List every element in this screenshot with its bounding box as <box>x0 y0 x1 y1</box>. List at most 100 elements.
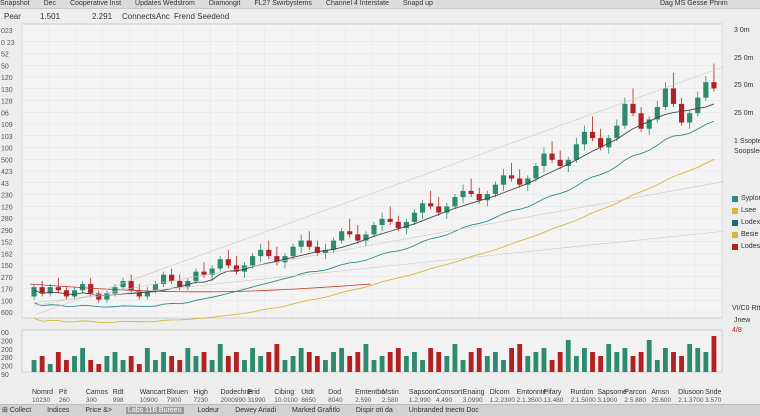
volume-bar <box>88 360 94 372</box>
volume-bar <box>169 356 175 372</box>
volume-bar <box>468 352 474 372</box>
candle-body <box>573 144 579 160</box>
volume-value: 4/8 <box>732 327 742 334</box>
volume-bar <box>557 352 563 372</box>
x-category-label: Amsn <box>651 389 669 396</box>
right-axis-label: Soopslec <box>734 148 760 155</box>
candle-body <box>355 234 361 241</box>
volume-tick-label: 200 <box>1 364 13 371</box>
x-value-label: 8650 <box>301 397 316 404</box>
candle-body <box>638 113 644 129</box>
candle-body <box>225 259 231 266</box>
y-tick-label: 500 <box>1 157 13 164</box>
volume-bar <box>306 352 312 372</box>
candle-body <box>152 284 159 291</box>
volume-bar <box>614 352 620 372</box>
volume-bar <box>314 356 320 372</box>
x-value-label: 2000990 <box>220 397 246 404</box>
x-category-label: Comsort <box>436 389 463 396</box>
candle-body <box>630 103 636 114</box>
volume-tick-label: 280 <box>1 355 13 362</box>
candle-body <box>517 178 523 185</box>
volume-bar <box>258 356 264 372</box>
candle-body <box>298 240 304 247</box>
volume-bar <box>671 352 676 372</box>
candle-body <box>662 88 668 108</box>
tab-dispir[interactable]: Dispir oti da <box>354 407 395 414</box>
x-category-label: Emtentbo <box>355 389 385 396</box>
indicator-swatch <box>732 196 738 202</box>
volume-bar <box>484 356 490 372</box>
volume-bar <box>298 348 304 372</box>
volume-bar <box>662 348 668 372</box>
tab-collect[interactable]: ⊞ Collect <box>0 407 33 414</box>
candle-body <box>112 287 118 294</box>
x-category-label: Snde <box>705 389 721 396</box>
x-value-label: 2.1.3700 <box>678 397 704 404</box>
volume-bar <box>695 348 701 372</box>
volume-bar <box>31 360 37 372</box>
x-category-label: Blxuen <box>167 389 189 396</box>
volume-bar <box>339 348 345 372</box>
candle-body <box>711 82 717 89</box>
right-axis-label: 25 0m <box>734 110 754 117</box>
volume-bar <box>128 356 134 372</box>
volume-bar <box>598 356 604 372</box>
candle-body <box>500 175 507 185</box>
y-tick-label: 170 <box>1 287 13 294</box>
y-tick-label: 152 <box>1 240 13 247</box>
x-category-label: Pifary <box>544 389 562 396</box>
tab-price[interactable]: Price &> <box>83 407 114 414</box>
volume-bar <box>161 352 166 372</box>
indicator-entry: Syplor <box>732 193 760 205</box>
right-axis-label: 1 Ssoptec <box>734 138 760 145</box>
tab-active[interactable]: Labs 11B Bureeu <box>125 407 184 414</box>
tab-indices[interactable]: Indices <box>45 407 71 414</box>
candle-body <box>678 103 685 123</box>
volume-bar <box>444 356 450 372</box>
volume-bar <box>379 356 385 372</box>
x-category-label: High <box>194 389 209 396</box>
candle-body <box>347 231 353 235</box>
x-category-label: Sapsome <box>597 389 627 396</box>
candle-body <box>266 249 272 257</box>
volume-bar <box>452 344 458 372</box>
volume-bar <box>72 356 77 372</box>
volume-bar <box>541 348 547 372</box>
y-tick-label: 109 <box>1 122 13 129</box>
volume-bar <box>476 348 482 372</box>
volume-bar <box>703 352 709 372</box>
candle-body <box>136 290 142 297</box>
x-value-label: 31990 <box>247 397 265 404</box>
candle-body <box>703 82 709 98</box>
volume-bar <box>323 360 328 372</box>
tab-lodeur[interactable]: Lodeur <box>195 407 221 414</box>
volume-bar <box>533 352 539 372</box>
candle-body <box>169 274 175 281</box>
tab-dewey[interactable]: Dewey Ariadi <box>233 407 278 414</box>
indicator-swatch <box>732 232 738 238</box>
x-category-label: Erid <box>247 389 260 396</box>
x-value-label: 1.2.990 <box>409 397 431 404</box>
candle-body <box>258 249 264 257</box>
x-value-label: 2.1.5000 <box>570 397 596 404</box>
x-category-label: Parcon <box>624 389 646 396</box>
indicator-label: Lsee <box>741 207 757 214</box>
volume-bar <box>573 356 579 372</box>
x-category-label: Wancart <box>140 389 166 396</box>
candle-body <box>452 197 458 207</box>
tab-unbrand[interactable]: Unbranded tnecto Doc <box>407 407 481 414</box>
candle-body <box>541 153 547 167</box>
tab-marked[interactable]: Marked Grafitlo <box>290 407 342 414</box>
indicator-entry: Lodex <box>732 217 760 229</box>
volume-bar <box>549 360 555 372</box>
candle-body <box>533 166 539 179</box>
volume-bar <box>363 344 369 372</box>
candle-body <box>549 153 555 160</box>
x-value-label: 260 <box>59 397 70 404</box>
volume-bar <box>47 364 53 372</box>
volume-bar <box>225 356 231 372</box>
candle-body <box>687 113 693 123</box>
x-value-label: 3.0990 <box>463 397 483 404</box>
volume-bar <box>565 340 571 372</box>
